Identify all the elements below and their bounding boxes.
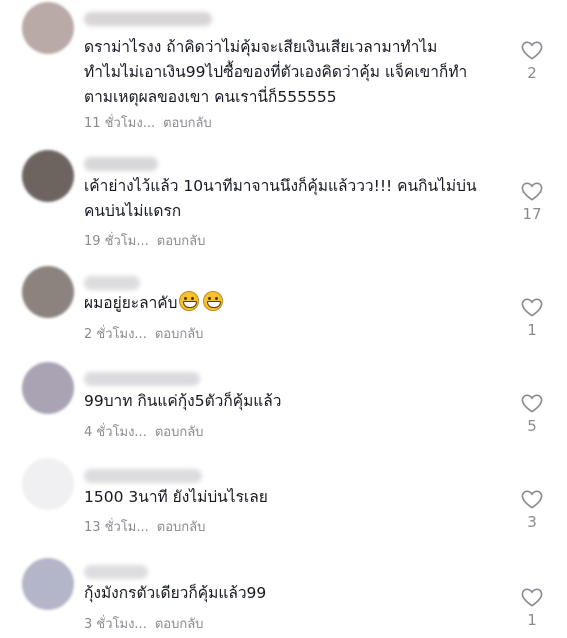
like-count: 3 — [527, 513, 537, 531]
reply-button[interactable]: ตอบกลับ — [155, 617, 204, 632]
username-blurred[interactable] — [84, 276, 140, 290]
heart-icon — [521, 182, 543, 201]
comment-meta: 3 ชั่วโมง... ตอบกลับ — [84, 613, 203, 634]
like-count: 17 — [522, 205, 542, 223]
comment-time: 19 ชั่วโม... — [84, 234, 149, 249]
comment-text: ผมอยู่ยะลาคับ — [84, 291, 509, 316]
comment-meta: 2 ชั่วโมง... ตอบกลับ — [84, 323, 203, 344]
heart-icon — [521, 588, 543, 607]
comment-meta: 19 ชั่วโม... ตอบกลับ — [84, 230, 205, 251]
avatar[interactable] — [22, 150, 74, 202]
heart-icon — [521, 394, 543, 413]
reply-button[interactable]: ตอบกลับ — [157, 234, 206, 249]
like-count: 5 — [527, 417, 537, 435]
comment-time: 4 ชั่วโมง... — [84, 425, 147, 440]
reply-button[interactable]: ตอบกลับ — [155, 425, 204, 440]
grinning-emoji-icon — [178, 291, 199, 311]
username-blurred[interactable] — [84, 565, 148, 579]
comment-meta: 13 ชั่วโม... ตอบกลับ — [84, 516, 205, 537]
username-blurred[interactable] — [84, 469, 202, 483]
avatar[interactable] — [22, 266, 74, 318]
comment-text: กุ้งมังกรตัวเดียวก็คุ้มแล้ว99 — [84, 584, 267, 602]
heart-icon — [521, 298, 543, 317]
comment-time: 2 ชั่วโมง... — [84, 327, 147, 342]
comment-text: 99บาท กินแค่กุ้ง5ตัวก็คุ้มแล้ว — [84, 392, 282, 410]
comment-meta: 4 ชั่วโมง... ตอบกลับ — [84, 421, 203, 442]
grinning-emoji-icon — [202, 291, 223, 311]
like-count: 1 — [527, 611, 537, 629]
like-button[interactable]: 3 — [512, 489, 552, 531]
avatar[interactable] — [22, 362, 74, 414]
username-blurred[interactable] — [84, 372, 200, 386]
avatar[interactable] — [22, 2, 74, 54]
reply-button[interactable]: ตอบกลับ — [163, 116, 212, 131]
like-button[interactable]: 1 — [512, 587, 552, 629]
avatar[interactable] — [22, 558, 74, 610]
comment-meta: 11 ชั่วโมง... ตอบกลับ — [84, 112, 212, 133]
reply-button[interactable]: ตอบกลับ — [157, 520, 206, 535]
comment-text-value: ผมอยู่ยะลาคับ — [84, 294, 178, 312]
comment-text: 1500 3นาที ยังไม่บ่นไรเลย — [84, 488, 268, 506]
like-button[interactable]: 5 — [512, 393, 552, 435]
comment-time: 13 ชั่วโม... — [84, 520, 149, 535]
heart-icon — [521, 41, 543, 60]
comment-time: 3 ชั่วโมง... — [84, 617, 147, 632]
comment-text: เค้าย่างไว้แล้ว 10นาทีมาจานนึงก็คุ้มแล้ว… — [84, 177, 477, 220]
like-button[interactable]: 17 — [512, 181, 552, 223]
like-button[interactable]: 2 — [512, 40, 552, 82]
username-blurred[interactable] — [84, 12, 212, 26]
like-count: 1 — [527, 321, 537, 339]
avatar[interactable] — [22, 458, 74, 510]
like-button[interactable]: 1 — [512, 297, 552, 339]
comment-text: ดราม่าไรงง ถ้าคิดว่าไม่คุ้มจะเสียเงินเสี… — [84, 38, 468, 106]
comment-time: 11 ชั่วโมง... — [84, 116, 156, 131]
like-count: 2 — [527, 64, 537, 82]
heart-icon — [521, 490, 543, 509]
username-blurred[interactable] — [84, 157, 158, 171]
reply-button[interactable]: ตอบกลับ — [155, 327, 204, 342]
